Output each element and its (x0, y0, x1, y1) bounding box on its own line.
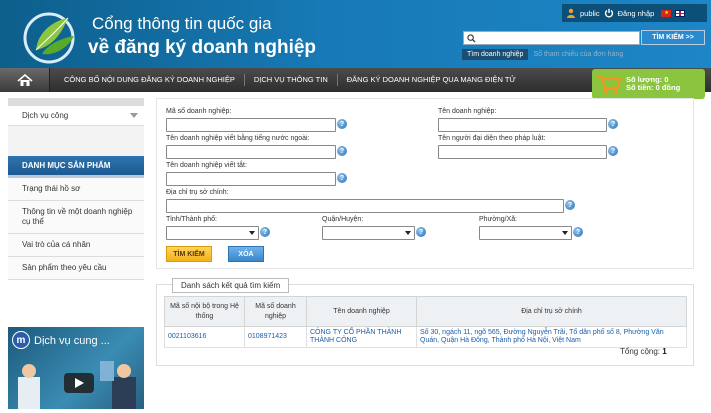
label-ward: Phường/Xã: (479, 216, 518, 223)
total-value: 1 (662, 347, 667, 356)
enterprise-name-input[interactable] (438, 118, 607, 132)
find-button[interactable]: TÌM KIẾM (166, 246, 212, 262)
label-district: Quận/Huyện: (322, 216, 364, 223)
address-input[interactable] (166, 199, 564, 213)
help-icon[interactable]: ? (337, 146, 347, 156)
cell-internal-id[interactable]: 0021103616 (164, 326, 245, 348)
sidebar-item-enterprise-info[interactable]: Thông tin về một doanh nghiệp cụ thể (8, 201, 144, 234)
search-form: Mã số doanh nghiệp: ? Tên doanh nghiệp: … (156, 98, 694, 269)
login-link[interactable]: Đăng nhập (618, 9, 655, 18)
total-label: Tổng cộng: (620, 347, 661, 356)
user-icon (567, 8, 575, 18)
help-icon[interactable]: ? (337, 119, 347, 129)
logo-leaf-icon[interactable] (22, 10, 80, 64)
column-header-tax-code: Mã số doanh nghiệp (244, 296, 307, 327)
search-box (463, 31, 640, 45)
label-foreign-name: Tên doanh nghiệp viết bằng tiếng nước ng… (166, 135, 310, 142)
video-illustration (18, 361, 136, 409)
cell-enterprise-name[interactable]: CÔNG TY CỔ PHẦN THÀNH THÀNH CÔNG (306, 326, 417, 348)
column-header-internal-id: Mã số nội bộ trong Hệ thống (164, 296, 245, 327)
nav-item-info-services[interactable]: DỊCH VỤ THÔNG TIN (245, 74, 338, 86)
label-enterprise-name: Tên doanh nghiệp: (438, 108, 497, 115)
label-address: Địa chỉ trụ sở chính: (166, 189, 229, 196)
power-icon[interactable] (604, 8, 614, 18)
help-icon[interactable]: ? (573, 227, 583, 237)
search-icon (467, 34, 476, 43)
sidebar-spacer (8, 126, 144, 156)
category-header: DANH MỤC SẢN PHẨM (8, 156, 144, 178)
label-short-name: Tên doanh nghiệp viết tắt: (166, 162, 247, 169)
site-title-line1: Cổng thông tin quốc gia (92, 14, 272, 33)
label-legal-rep: Tên người đại diện theo pháp luật: (438, 135, 546, 142)
nav-item-online-registration[interactable]: ĐĂNG KÝ DOANH NGHIỆP QUA MẠNG ĐIỆN TỬ (338, 74, 525, 86)
foreign-name-input[interactable] (166, 145, 336, 159)
user-bar: public Đăng nhập ★ (562, 4, 707, 22)
username[interactable]: public (580, 9, 600, 18)
sidebar-item-dossier-status[interactable]: Trạng thái hồ sơ (8, 178, 144, 201)
site-header: Cổng thông tin quốc gia về đăng ký doanh… (0, 0, 711, 68)
tax-code-input[interactable] (166, 118, 336, 132)
table-header-row: Mã số nội bộ trong Hệ thống Mã số doanh … (164, 296, 687, 327)
search-input[interactable] (464, 32, 639, 44)
help-icon[interactable]: ? (565, 200, 575, 210)
sidebar-item-custom-products[interactable]: Sản phẩm theo yêu cầu (8, 257, 144, 280)
cart-summary[interactable]: Số lượng: 0 Số tiền: 0 đồng (592, 69, 705, 99)
service-select[interactable]: Dịch vụ công (8, 106, 144, 126)
help-icon[interactable]: ? (608, 119, 618, 129)
cart-amount: Số tiền: 0 đồng (626, 83, 681, 92)
district-select[interactable] (322, 226, 415, 240)
clear-button[interactable]: XÓA (228, 246, 264, 262)
site-title-line2: về đăng ký doanh nghiệp (88, 37, 317, 58)
triangle-down-icon (130, 113, 138, 118)
tab-find-enterprise[interactable]: Tìm doanh nghiệp (462, 49, 529, 60)
short-name-input[interactable] (166, 172, 336, 186)
video-thumbnail[interactable]: m Dịch vụ cung ... (8, 327, 144, 409)
flag-uk-icon[interactable] (675, 9, 686, 17)
label-province: Tỉnh/Thành phố: (166, 216, 217, 223)
results-legend: Danh sách kết quả tìm kiếm (172, 278, 290, 293)
search-button[interactable]: TÌM KIẾM >> (641, 30, 705, 45)
cell-address[interactable]: Số 30, ngách 11, ngõ 565, Đường Nguyễn T… (416, 326, 687, 348)
home-button[interactable] (0, 68, 50, 92)
column-header-name: Tên doanh nghiệp (306, 296, 417, 327)
help-icon[interactable]: ? (608, 146, 618, 156)
flag-vn-icon[interactable]: ★ (661, 9, 672, 17)
legal-rep-input[interactable] (438, 145, 607, 159)
total-count: Tổng cộng: 1 (620, 347, 667, 356)
help-icon[interactable]: ? (260, 227, 270, 237)
sidebar: Dịch vụ công DANH MỤC SẢN PHẨM Trạng thá… (8, 98, 144, 280)
ward-select[interactable] (479, 226, 572, 240)
nav-item-publish[interactable]: CÔNG BỐ NỘI DUNG ĐĂNG KÝ DOANH NGHIỆP (50, 74, 245, 86)
label-tax-code: Mã số doanh nghiệp: (166, 108, 232, 115)
results-table: Mã số nội bộ trong Hệ thống Mã số doanh … (164, 296, 687, 348)
help-icon[interactable]: ? (337, 173, 347, 183)
province-select[interactable] (166, 226, 259, 240)
cart-icon (597, 74, 622, 94)
service-select-label: Dịch vụ công (22, 111, 69, 120)
sidebar-item-personal-role[interactable]: Vai trò của cá nhân (8, 234, 144, 257)
sidebar-top-strip (8, 98, 144, 106)
column-header-address: Địa chỉ trụ sở chính (416, 296, 687, 327)
cell-tax-code[interactable]: 0108971423 (244, 326, 307, 348)
search-tabs: Tìm doanh nghiệp Số tham chiếu của đơn h… (462, 49, 628, 60)
table-row[interactable]: 0021103616 0108971423 CÔNG TY CỔ PHẦN TH… (164, 326, 687, 348)
home-icon (16, 73, 33, 86)
tab-order-reference[interactable]: Số tham chiếu của đơn hàng (528, 49, 628, 60)
play-icon[interactable] (64, 373, 94, 393)
help-icon[interactable]: ? (416, 227, 426, 237)
